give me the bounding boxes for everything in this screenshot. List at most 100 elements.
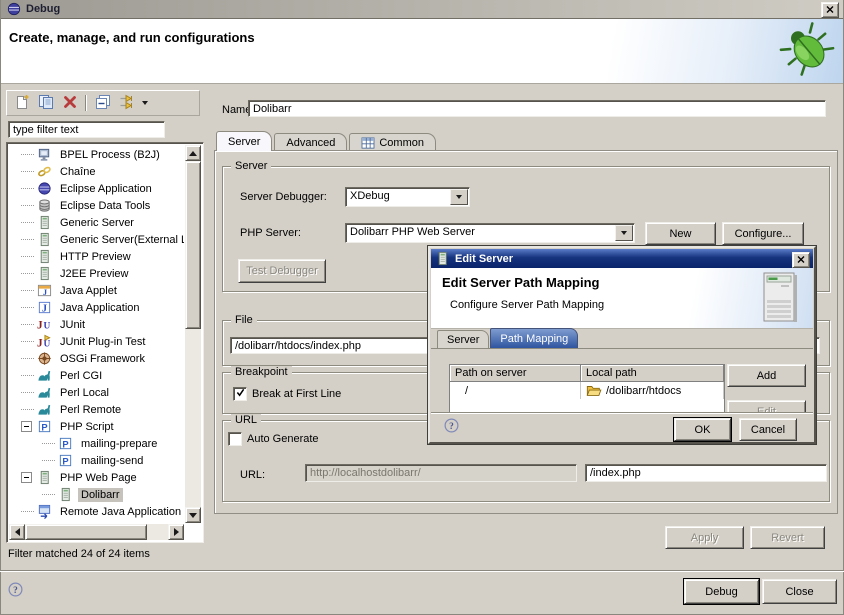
tree-item[interactable]: JUJUnit Plug-in Test <box>9 333 184 350</box>
cancel-button[interactable]: Cancel <box>739 418 797 441</box>
tree-item-label: BPEL Process (B2J) <box>57 148 163 162</box>
new-server-button[interactable]: New <box>645 222 716 245</box>
dialog-heading: Edit Server Path Mapping <box>442 275 599 290</box>
scroll-right-button[interactable] <box>168 524 184 540</box>
tree-item[interactable]: Generic Server <box>9 214 184 231</box>
folder-open-icon <box>586 384 602 397</box>
tree-item-label: Generic Server(External La <box>57 233 184 247</box>
footer-separator <box>0 570 844 572</box>
php-script-icon: P <box>36 419 52 434</box>
tree-item-label: Dolibarr <box>78 488 123 502</box>
delete-button[interactable] <box>61 95 78 112</box>
tree-item[interactable]: Remote Java Application <box>9 503 184 520</box>
tree-item[interactable]: Dolibarr <box>9 486 184 503</box>
svg-text:U: U <box>44 340 51 349</box>
tree-expander-minus[interactable] <box>21 472 32 483</box>
help-icon[interactable]: ? <box>8 582 23 600</box>
perl-icon <box>36 385 52 400</box>
tree-item[interactable]: JJava Application <box>9 299 184 316</box>
server-icon <box>36 470 52 485</box>
column-header[interactable]: Local path <box>581 365 724 382</box>
tab-server[interactable]: Server <box>216 131 272 151</box>
tree-item[interactable]: J2EE Preview <box>9 265 184 282</box>
svg-text:?: ? <box>13 586 18 596</box>
name-input[interactable] <box>248 100 826 117</box>
close-x-icon <box>826 4 834 16</box>
horizontal-scroll-thumb[interactable] <box>25 524 147 540</box>
break-first-line-checkbox[interactable] <box>233 387 247 401</box>
tree-item[interactable]: Perl CGI <box>9 367 184 384</box>
dropdown-arrow-icon[interactable] <box>450 189 468 205</box>
new-configuration-button[interactable] <box>13 95 30 112</box>
url-file-input[interactable] <box>585 464 827 482</box>
tree-item[interactable]: Pmailing-send <box>9 452 184 469</box>
php-server-combo[interactable]: Dolibarr PHP Web Server <box>345 223 635 243</box>
filter-input[interactable] <box>8 121 165 138</box>
php-server-value: Dolibarr PHP Web Server <box>350 226 475 238</box>
cell-path-on-server: / <box>450 382 581 399</box>
tab-server[interactable]: Server <box>437 330 489 348</box>
tree-item[interactable]: Chaîne <box>9 163 184 180</box>
tab-common[interactable]: Common <box>349 133 436 151</box>
tree-connector <box>42 443 55 445</box>
tree-item[interactable]: Pmailing-prepare <box>9 435 184 452</box>
tree-item[interactable]: BPEL Process (B2J) <box>9 146 184 163</box>
tab-advanced[interactable]: Advanced <box>274 133 347 151</box>
add-button[interactable]: Add <box>727 364 806 387</box>
svg-text:P: P <box>41 423 47 433</box>
tree-connector <box>21 511 34 513</box>
help-icon[interactable]: ? <box>444 418 459 436</box>
scroll-down-button[interactable] <box>185 507 201 523</box>
tree-connector <box>21 409 34 411</box>
svg-text:J: J <box>42 287 46 297</box>
filter-icon <box>119 94 135 113</box>
revert-button: Revert <box>750 526 825 549</box>
tree-item[interactable]: Generic Server(External La <box>9 231 184 248</box>
tree-expander-minus[interactable] <box>21 421 32 432</box>
tree-item[interactable]: Eclipse Application <box>9 180 184 197</box>
dropdown-arrow-icon[interactable] <box>615 225 633 241</box>
tree-horizontal-scrollbar[interactable] <box>9 524 184 540</box>
tree-vertical-scrollbar[interactable] <box>185 145 201 523</box>
collapse-all-button[interactable] <box>94 95 111 112</box>
tree-toolbar <box>6 90 200 116</box>
remote-java-icon <box>36 504 52 519</box>
window-close-button[interactable] <box>821 2 839 18</box>
tree-item[interactable]: JUJUnit <box>9 316 184 333</box>
tree-item[interactable]: J Java Applet <box>9 282 184 299</box>
auto-generate-checkbox[interactable] <box>228 432 242 446</box>
tree-item-label: Eclipse Application <box>57 182 155 196</box>
tree-item[interactable]: Perl Remote <box>9 401 184 418</box>
ok-button[interactable]: OK <box>674 418 731 441</box>
server-icon <box>57 487 73 502</box>
tree-item-label: mailing-prepare <box>78 437 160 451</box>
apply-button: Apply <box>665 526 744 549</box>
filter-button[interactable] <box>118 95 135 112</box>
tab-label: Server <box>228 136 260 148</box>
scroll-left-button[interactable] <box>9 524 25 540</box>
configure-button[interactable]: Configure... <box>722 222 804 245</box>
column-header[interactable]: Path on server <box>450 365 581 382</box>
tree-item[interactable]: Perl Local <box>9 384 184 401</box>
tree-connector <box>21 375 34 377</box>
table-row[interactable]: //dolibarr/htdocs <box>450 382 724 399</box>
tree-item[interactable]: Eclipse Data Tools <box>9 197 184 214</box>
tab-path-mapping[interactable]: Path Mapping <box>490 328 578 348</box>
toolbar-menu-arrow-icon[interactable] <box>142 101 148 105</box>
tree-connector <box>21 392 34 394</box>
scroll-up-button[interactable] <box>185 145 201 161</box>
tree-item-label: Java Applet <box>57 284 120 298</box>
tree-item[interactable]: HTTP Preview <box>9 248 184 265</box>
tree-connector <box>21 256 34 258</box>
tree-item[interactable]: PPHP Script <box>9 418 184 435</box>
dialog-close-button[interactable] <box>792 252 810 268</box>
server-debugger-combo[interactable]: XDebug <box>345 187 470 207</box>
tree-item[interactable]: PHP Web Page <box>9 469 184 486</box>
tab-label: Common <box>379 137 424 149</box>
tree-item[interactable]: OSGi Framework <box>9 350 184 367</box>
duplicate-button[interactable] <box>37 95 54 112</box>
debug-button[interactable]: Debug <box>684 579 759 604</box>
close-button[interactable]: Close <box>762 579 837 604</box>
java-applet-icon: J <box>36 283 52 298</box>
vertical-scroll-thumb[interactable] <box>185 161 201 329</box>
